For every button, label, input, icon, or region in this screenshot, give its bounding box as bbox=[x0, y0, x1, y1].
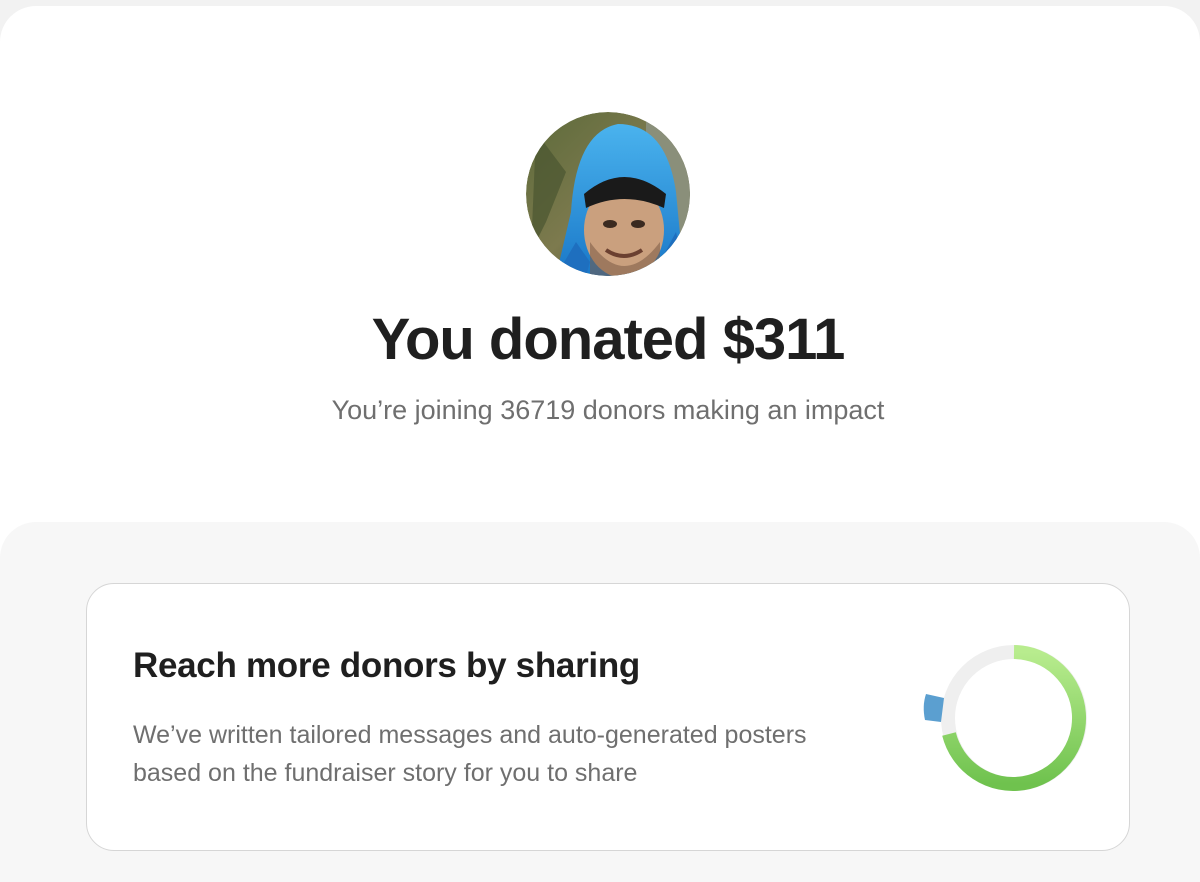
share-card-description: We’ve written tailored messages and auto… bbox=[133, 721, 807, 787]
donor-count-text: You’re joining 36719 donors making an im… bbox=[331, 395, 885, 425]
avatar-image bbox=[526, 112, 690, 276]
donation-headline: You donated $311 bbox=[371, 307, 846, 372]
donation-summary-panel bbox=[0, 6, 1200, 566]
avatar bbox=[526, 112, 690, 276]
share-card[interactable]: Reach more donors by sharing We’ve writt… bbox=[86, 583, 1130, 851]
donut-progress-icon bbox=[923, 645, 1087, 791]
share-card-title: Reach more donors by sharing bbox=[133, 646, 640, 685]
